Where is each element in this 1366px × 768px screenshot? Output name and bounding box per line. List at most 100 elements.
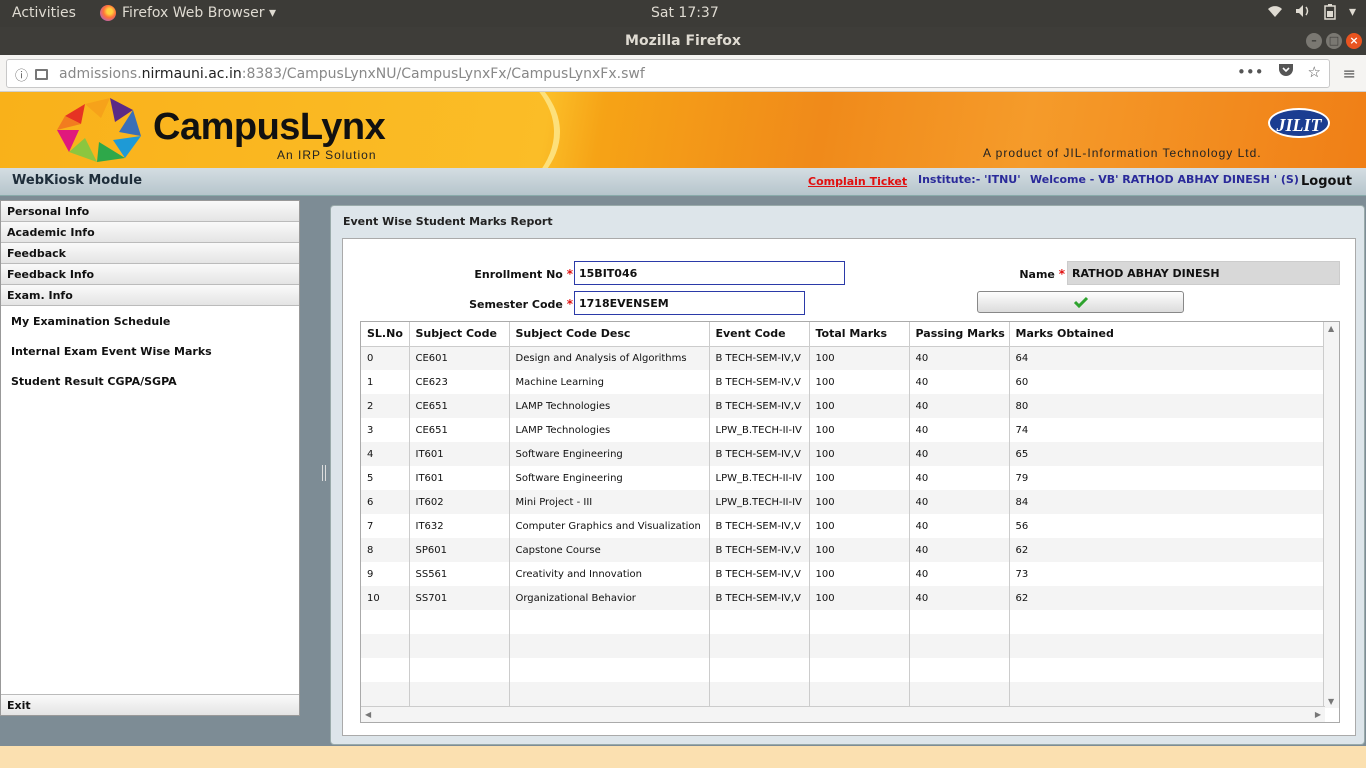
column-header[interactable]: Passing Marks (909, 322, 1010, 347)
brand-tagline: An IRP Solution (277, 148, 377, 162)
clock[interactable]: Sat 17:37 (651, 5, 719, 21)
table-row[interactable]: 3 CE651 LAMP Technologies LPW_B.TECH-II-IV 1… (361, 418, 1326, 442)
table-cell: 100 (809, 346, 910, 370)
table-cell: CE651 (409, 418, 510, 442)
complain-ticket-link[interactable]: Complain Ticket (808, 175, 907, 188)
jilit-logo: JILIT (1268, 108, 1330, 138)
table-row[interactable]: 1 CE623 Machine Learning B TECH-SEM-IV,V 100… (361, 370, 1326, 394)
required-star: * (566, 297, 573, 311)
table-row[interactable]: 8 SP601 Capstone Course B TECH-SEM-IV,V 100 4… (361, 538, 1326, 562)
scroll-down-icon[interactable]: ▼ (1328, 697, 1334, 706)
table-cell: 1 (361, 370, 410, 394)
table-cell: CE601 (409, 346, 510, 370)
column-header[interactable]: Total Marks (809, 322, 910, 347)
vertical-scrollbar[interactable]: ▲ ▼ (1323, 322, 1339, 708)
table-row[interactable]: 5 IT601 Software Engineering LPW_B.TECH-II-… (361, 466, 1326, 490)
system-tray[interactable]: ▾ (1267, 4, 1356, 24)
empty-table-row (361, 610, 1326, 634)
table-cell: 10 (361, 586, 410, 610)
sidebar: Personal Info Academic Info Feedback Fee… (0, 200, 300, 716)
logout-button[interactable]: Logout (1301, 174, 1352, 189)
app-menu[interactable]: Firefox Web Browser ▾ (100, 5, 276, 21)
minimize-icon[interactable]: – (1306, 33, 1322, 49)
table-row[interactable]: 7 IT632 Computer Graphics and Visualizatio… (361, 514, 1326, 538)
column-header[interactable]: Subject Code Desc (509, 322, 710, 347)
table-row[interactable]: 9 SS561 Creativity and Innovation B TECH-SE… (361, 562, 1326, 586)
table-cell: 8 (361, 538, 410, 562)
table-cell: 5 (361, 466, 410, 490)
table-cell: 100 (809, 514, 910, 538)
activities-button[interactable]: Activities (12, 5, 76, 21)
table-cell: Software Engineering (509, 466, 710, 490)
table-cell: 100 (809, 466, 910, 490)
scroll-right-icon[interactable]: ▶ (1315, 710, 1321, 719)
check-icon (1073, 296, 1088, 309)
info-icon[interactable]: ⓘ (15, 65, 28, 84)
table-cell (409, 634, 510, 658)
table-row[interactable]: 6 IT602 Mini Project - III LPW_B.TECH-II-IV… (361, 490, 1326, 514)
table-cell: 6 (361, 490, 410, 514)
table-cell: IT601 (409, 442, 510, 466)
table-cell (909, 634, 1010, 658)
enrollment-label: Enrollment No * (474, 267, 573, 281)
table-cell: B TECH-SEM-IV,V (709, 346, 810, 370)
enrollment-field[interactable]: 15BIT046 (574, 261, 845, 285)
table-cell: SS701 (409, 586, 510, 610)
sidebar-item-feedback-info[interactable]: Feedback Info (1, 264, 299, 285)
sidebar-item-result-cgpa[interactable]: Student Result CGPA/SGPA (1, 370, 299, 400)
sidebar-item-exam-info[interactable]: Exam. Info (1, 285, 299, 306)
table-cell: 9 (361, 562, 410, 586)
browser-nav-bar: ⓘ admissions.nirmauni.ac.in:8383/CampusL… (0, 55, 1366, 92)
sidebar-item-exit[interactable]: Exit (1, 694, 299, 715)
table-cell: IT601 (409, 466, 510, 490)
table-cell: 40 (909, 490, 1010, 514)
sidebar-item-exam-schedule[interactable]: My Examination Schedule (1, 310, 299, 340)
column-header[interactable]: SL.No (361, 322, 410, 347)
table-cell: 4 (361, 442, 410, 466)
maximize-icon[interactable]: □ (1326, 33, 1342, 49)
volume-icon[interactable] (1295, 4, 1311, 24)
table-cell: Software Engineering (509, 442, 710, 466)
battery-icon[interactable] (1323, 4, 1337, 24)
table-row[interactable]: 2 CE651 LAMP Technologies B TECH-SEM-IV,V 10… (361, 394, 1326, 418)
pocket-icon[interactable] (1278, 63, 1294, 81)
table-row[interactable]: 4 IT601 Software Engineering B TECH-SEM-IV,… (361, 442, 1326, 466)
sidebar-item-academic-info[interactable]: Academic Info (1, 222, 299, 243)
table-cell: SP601 (409, 538, 510, 562)
page-actions-icon[interactable]: ••• (1237, 63, 1264, 81)
brand-name: CampusLynx (153, 106, 386, 148)
bookmark-star-icon[interactable]: ☆ (1308, 63, 1321, 81)
table-cell: IT602 (409, 490, 510, 514)
submit-button[interactable] (977, 291, 1184, 313)
table-row[interactable]: 10 SS701 Organizational Behavior B TECH-SEM… (361, 586, 1326, 610)
column-header[interactable]: Event Code (709, 322, 810, 347)
table-cell: B TECH-SEM-IV,V (709, 514, 810, 538)
system-menu-arrow-icon[interactable]: ▾ (1349, 4, 1356, 24)
table-cell: 100 (809, 442, 910, 466)
window-title-bar: Mozilla Firefox – □ × (0, 27, 1366, 55)
close-icon[interactable]: × (1346, 33, 1362, 49)
url-bar[interactable]: ⓘ admissions.nirmauni.ac.in:8383/CampusL… (6, 59, 1330, 88)
table-cell: B TECH-SEM-IV,V (709, 442, 810, 466)
table-cell: 40 (909, 586, 1010, 610)
table-cell: Capstone Course (509, 538, 710, 562)
scroll-left-icon[interactable]: ◀ (365, 710, 371, 719)
sidebar-item-feedback[interactable]: Feedback (1, 243, 299, 264)
table-cell: 100 (809, 490, 910, 514)
sidebar-item-internal-marks[interactable]: Internal Exam Event Wise Marks (1, 340, 299, 370)
panel-resize-handle[interactable] (322, 465, 326, 481)
scroll-up-icon[interactable]: ▲ (1328, 324, 1334, 333)
url-text[interactable]: admissions.nirmauni.ac.in:8383/CampusLyn… (59, 66, 645, 82)
table-cell: CE651 (409, 394, 510, 418)
column-header[interactable]: Subject Code (409, 322, 510, 347)
semester-field[interactable]: 1718EVENSEM (574, 291, 805, 315)
wifi-icon[interactable] (1267, 4, 1283, 24)
column-header[interactable]: Marks Obtained (1009, 322, 1326, 347)
hamburger-menu-icon[interactable]: ≡ (1343, 64, 1356, 83)
table-row[interactable]: 0 CE601 Design and Analysis of Algorithms B… (361, 346, 1326, 370)
sidebar-item-personal-info[interactable]: Personal Info (1, 201, 299, 222)
table-cell: 40 (909, 538, 1010, 562)
horizontal-scrollbar[interactable]: ◀ ▶ (361, 706, 1325, 722)
required-star: * (1058, 267, 1065, 281)
table-cell: 60 (1009, 370, 1326, 394)
